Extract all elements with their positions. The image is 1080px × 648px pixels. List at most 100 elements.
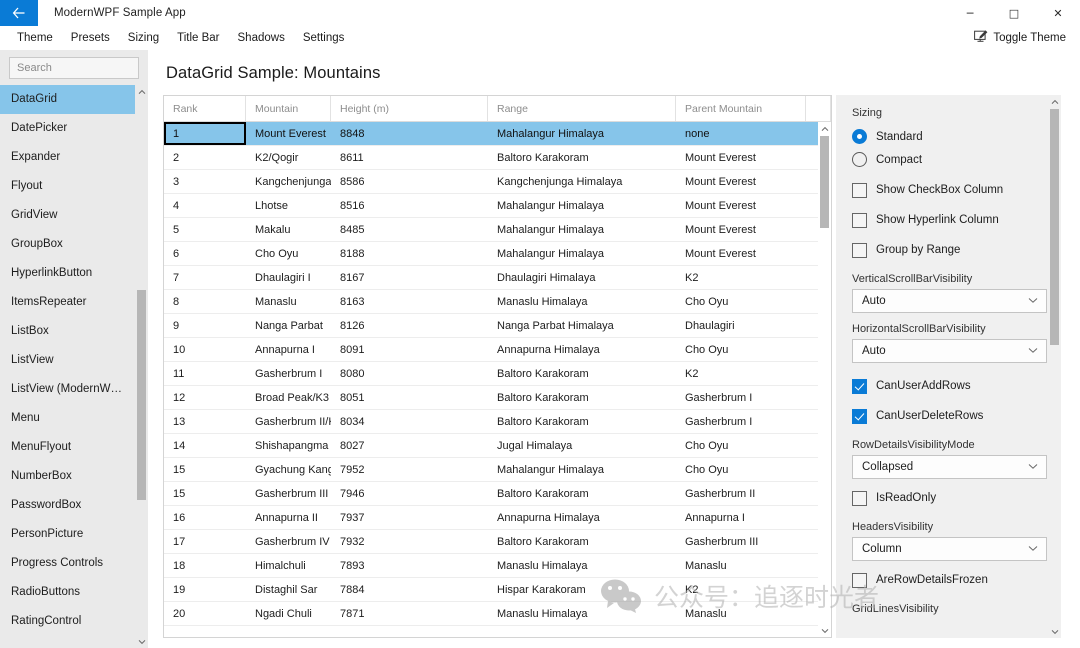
cell-mountain[interactable]: Gasherbrum II/K4 — [246, 410, 331, 433]
minimize-button[interactable]: ─ — [948, 0, 992, 26]
cell-height[interactable]: 7893 — [331, 554, 488, 577]
checkbox-indicator[interactable] — [852, 491, 867, 506]
cell-parent[interactable]: Gasherbrum I — [676, 386, 806, 409]
headers-visibility-select[interactable]: Column — [852, 537, 1047, 561]
cell-rank[interactable]: 12 — [164, 386, 246, 409]
search-input[interactable] — [17, 62, 159, 74]
cell-parent[interactable]: K2 — [676, 578, 806, 601]
sidebar-item-passwordbox[interactable]: PasswordBox — [0, 491, 148, 520]
cell-parent[interactable]: Mount Everest — [676, 242, 806, 265]
cell-rank[interactable]: 3 — [164, 170, 246, 193]
cell-rank[interactable]: 14 — [164, 434, 246, 457]
cell-mountain[interactable]: Makalu — [246, 218, 331, 241]
table-row[interactable]: 18Himalchuli7893Manaslu HimalayaManaslu — [164, 554, 831, 578]
sidebar-scrollbar-thumb[interactable] — [137, 290, 146, 500]
table-row[interactable]: 16Annapurna II7937Annapurna HimalayaAnna… — [164, 506, 831, 530]
cell-parent[interactable]: Cho Oyu — [676, 290, 806, 313]
sidebar-item-gridview[interactable]: GridView — [0, 201, 148, 230]
radio-indicator[interactable] — [852, 129, 867, 144]
cell-mountain[interactable]: Kangchenjunga — [246, 170, 331, 193]
sidebar-item-menuflyout[interactable]: MenuFlyout — [0, 433, 148, 462]
cell-mountain[interactable]: Broad Peak/K3 — [246, 386, 331, 409]
cell-mountain[interactable]: Lhotse — [246, 194, 331, 217]
sidebar-item-flyout[interactable]: Flyout — [0, 172, 148, 201]
cell-rank[interactable]: 18 — [164, 554, 246, 577]
sidebar-item-personpicture[interactable]: PersonPicture — [0, 520, 148, 549]
cell-mountain[interactable]: Himalchuli — [246, 554, 331, 577]
chevron-down-icon[interactable] — [1048, 625, 1061, 638]
cell-height[interactable]: 7884 — [331, 578, 488, 601]
sidebar-item-ratingcontrol[interactable]: RatingControl — [0, 607, 148, 636]
close-button[interactable]: ✕ — [1036, 0, 1080, 26]
chevron-down-icon[interactable] — [818, 624, 831, 637]
menu-item-title-bar[interactable]: Title Bar — [168, 29, 228, 47]
cell-parent[interactable]: Cho Oyu — [676, 458, 806, 481]
options-scrollbar-thumb[interactable] — [1050, 109, 1059, 345]
cell-range[interactable]: Mahalangur Himalaya — [488, 122, 676, 145]
options-panel-scrollbar[interactable] — [1048, 95, 1061, 638]
cell-height[interactable]: 8167 — [331, 266, 488, 289]
cell-mountain[interactable]: Annapurna I — [246, 338, 331, 361]
cell-range[interactable]: Mahalangur Himalaya — [488, 242, 676, 265]
sidebar-item-hyperlinkbutton[interactable]: HyperlinkButton — [0, 259, 148, 288]
cell-height[interactable]: 8080 — [331, 362, 488, 385]
sidebar-item-listview[interactable]: ListView — [0, 346, 148, 375]
sidebar-item-expander[interactable]: Expander — [0, 143, 148, 172]
sidebar-item-numberbox[interactable]: NumberBox — [0, 462, 148, 491]
cell-range[interactable]: Mahalangur Himalaya — [488, 218, 676, 241]
table-row[interactable]: 10Annapurna I8091Annapurna HimalayaCho O… — [164, 338, 831, 362]
cell-parent[interactable]: Cho Oyu — [676, 434, 806, 457]
datagrid-vertical-scrollbar[interactable] — [818, 122, 831, 637]
cell-mountain[interactable]: Shishapangma — [246, 434, 331, 457]
sidebar-item-datagrid[interactable]: DataGrid — [0, 85, 148, 114]
table-row[interactable]: 8Manaslu8163Manaslu HimalayaCho Oyu — [164, 290, 831, 314]
cell-rank[interactable]: 20 — [164, 602, 246, 625]
radio-sizing-standard[interactable]: Standard — [852, 125, 1047, 148]
cell-rank[interactable]: 11 — [164, 362, 246, 385]
cell-height[interactable]: 8126 — [331, 314, 488, 337]
cell-height[interactable]: 8586 — [331, 170, 488, 193]
radio-sizing-compact[interactable]: Compact — [852, 148, 1047, 171]
cell-parent[interactable]: Gasherbrum I — [676, 410, 806, 433]
cell-rank[interactable]: 7 — [164, 266, 246, 289]
cell-mountain[interactable]: Manaslu — [246, 290, 331, 313]
sidebar-item-progress-controls[interactable]: Progress Controls — [0, 549, 148, 578]
cell-range[interactable]: Nanga Parbat Himalaya — [488, 314, 676, 337]
cell-range[interactable]: Baltoro Karakoram — [488, 482, 676, 505]
table-row[interactable]: 15Gyachung Kang7952Mahalangur HimalayaCh… — [164, 458, 831, 482]
cell-height[interactable]: 8848 — [331, 122, 488, 145]
table-row[interactable]: 3Kangchenjunga8586Kangchenjunga Himalaya… — [164, 170, 831, 194]
menu-item-sizing[interactable]: Sizing — [119, 29, 168, 47]
sidebar-scrollbar[interactable] — [135, 85, 148, 648]
cell-rank[interactable]: 16 — [164, 506, 246, 529]
cell-range[interactable]: Baltoro Karakoram — [488, 410, 676, 433]
checkbox-are-row-details-frozen[interactable]: AreRowDetailsFrozen — [852, 567, 1047, 593]
sidebar-item-groupbox[interactable]: GroupBox — [0, 230, 148, 259]
cell-height[interactable]: 7946 — [331, 482, 488, 505]
cell-parent[interactable]: Cho Oyu — [676, 338, 806, 361]
cell-height[interactable]: 7952 — [331, 458, 488, 481]
cell-mountain[interactable]: Mount Everest — [246, 122, 331, 145]
cell-parent[interactable]: Annapurna I — [676, 506, 806, 529]
cell-rank[interactable]: 15 — [164, 458, 246, 481]
cell-parent[interactable]: Mount Everest — [676, 218, 806, 241]
cell-parent[interactable]: Mount Everest — [676, 170, 806, 193]
table-row[interactable]: 5Makalu8485Mahalangur HimalayaMount Ever… — [164, 218, 831, 242]
cell-range[interactable]: Mahalangur Himalaya — [488, 458, 676, 481]
cell-rank[interactable]: 10 — [164, 338, 246, 361]
cell-rank[interactable]: 19 — [164, 578, 246, 601]
table-row[interactable]: 4Lhotse8516Mahalangur HimalayaMount Ever… — [164, 194, 831, 218]
column-header-height-m[interactable]: Height (m) — [331, 96, 488, 121]
cell-mountain[interactable]: Dhaulagiri I — [246, 266, 331, 289]
checkbox-can-user-delete-rows[interactable]: CanUserDeleteRows — [852, 403, 1047, 429]
column-header-parent-mountain[interactable]: Parent Mountain — [676, 96, 806, 121]
cell-mountain[interactable]: Gasherbrum I — [246, 362, 331, 385]
cell-range[interactable]: Kangchenjunga Himalaya — [488, 170, 676, 193]
cell-rank[interactable]: 1 — [164, 122, 246, 145]
cell-height[interactable]: 8163 — [331, 290, 488, 313]
menu-item-settings[interactable]: Settings — [294, 29, 354, 47]
cell-parent[interactable]: none — [676, 122, 806, 145]
cell-height[interactable]: 7871 — [331, 602, 488, 625]
cell-range[interactable]: Manaslu Himalaya — [488, 554, 676, 577]
checkbox-show-hyperlink-column[interactable]: Show Hyperlink Column — [852, 207, 1047, 233]
